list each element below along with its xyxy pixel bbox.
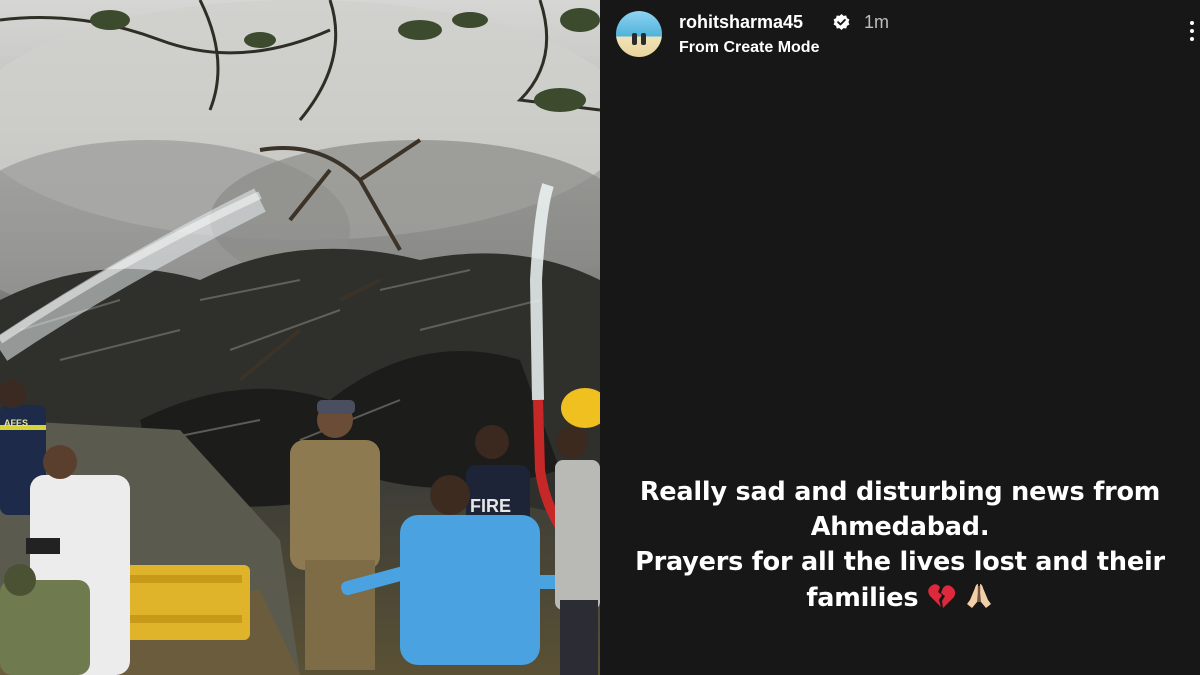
caption-line-2: Ahmedabad. (810, 512, 990, 542)
caption-line-3: Prayers for all the lives lost and their (635, 547, 1165, 577)
username[interactable]: rohitsharma45 (679, 11, 803, 33)
avatar-figure-2 (641, 33, 646, 45)
story-caption: Really sad and disturbing news from Ahme… (630, 475, 1170, 616)
folded-hands-icon (966, 584, 991, 608)
story-panel: rohitsharma45 1m From Create Mode Really… (600, 0, 1200, 675)
story-header: rohitsharma45 1m From Create Mode (616, 11, 1194, 61)
create-mode-label[interactable]: From Create Mode (679, 38, 819, 58)
avatar[interactable] (616, 11, 662, 57)
caption-line-1: Really sad and disturbing news from (639, 477, 1161, 507)
caption-line-4: families (806, 583, 919, 613)
crash-site-scene (0, 0, 600, 675)
jacket-text: AFES (4, 418, 29, 428)
vest-text: FIRE (470, 496, 512, 516)
news-photo: FIRE AFES (0, 0, 600, 675)
caption-line-4-wrap: families (630, 580, 1170, 616)
verified-badge-icon (833, 14, 850, 30)
more-options-icon[interactable] (1188, 21, 1196, 47)
avatar-figure-1 (632, 33, 637, 45)
broken-heart-icon (928, 584, 955, 608)
post-time: 1m (864, 12, 890, 32)
